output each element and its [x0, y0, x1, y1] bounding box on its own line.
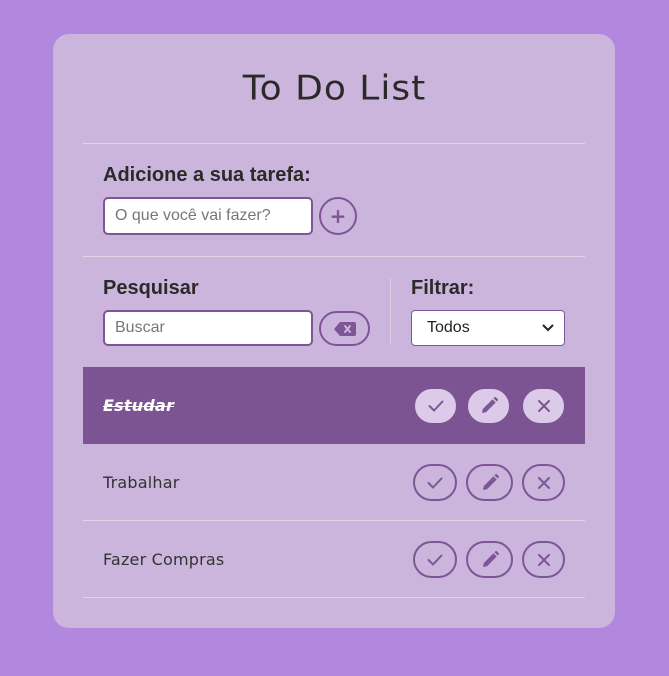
pencil-icon [482, 473, 499, 490]
remove-todo-button[interactable] [523, 389, 564, 423]
backspace-icon [333, 321, 356, 336]
remove-todo-button[interactable] [522, 464, 565, 501]
x-icon [537, 476, 550, 489]
add-task-button[interactable]: + [319, 197, 357, 235]
chevron-down-icon [542, 324, 554, 332]
vertical-divider [390, 278, 391, 344]
divider [83, 256, 585, 257]
todo-item: Fazer Compras [83, 521, 585, 598]
plus-icon: + [329, 204, 347, 228]
finish-todo-button[interactable] [413, 464, 457, 501]
todo-item: Trabalhar [83, 444, 585, 521]
filter-label: Filtrar: [411, 277, 475, 299]
edit-todo-button[interactable] [466, 464, 513, 501]
finish-todo-button[interactable] [413, 541, 457, 578]
x-icon [537, 553, 550, 566]
edit-todo-button[interactable] [468, 389, 509, 423]
filter-select[interactable]: Todos [411, 310, 565, 346]
check-icon [428, 400, 443, 412]
todo-item: Estudar [83, 367, 585, 444]
search-label: Pesquisar [103, 277, 199, 299]
clear-search-button[interactable] [319, 311, 370, 346]
todo-text: Trabalhar [103, 473, 180, 492]
divider [83, 597, 585, 598]
todo-text: Fazer Compras [103, 550, 225, 569]
divider [83, 143, 585, 144]
todo-text: Estudar [103, 396, 175, 415]
page-title: To Do List [242, 69, 427, 108]
x-icon [537, 400, 550, 412]
check-icon [427, 477, 443, 489]
finish-todo-button[interactable] [415, 389, 456, 423]
remove-todo-button[interactable] [522, 541, 565, 578]
edit-todo-button[interactable] [466, 541, 513, 578]
pencil-icon [481, 397, 498, 413]
filter-selected-value: Todos [427, 319, 470, 336]
pencil-icon [482, 550, 499, 567]
check-icon [427, 554, 443, 566]
search-input[interactable] [103, 310, 313, 346]
add-task-label: Adicione a sua tarefa: [103, 164, 311, 186]
add-task-input[interactable] [103, 197, 313, 235]
